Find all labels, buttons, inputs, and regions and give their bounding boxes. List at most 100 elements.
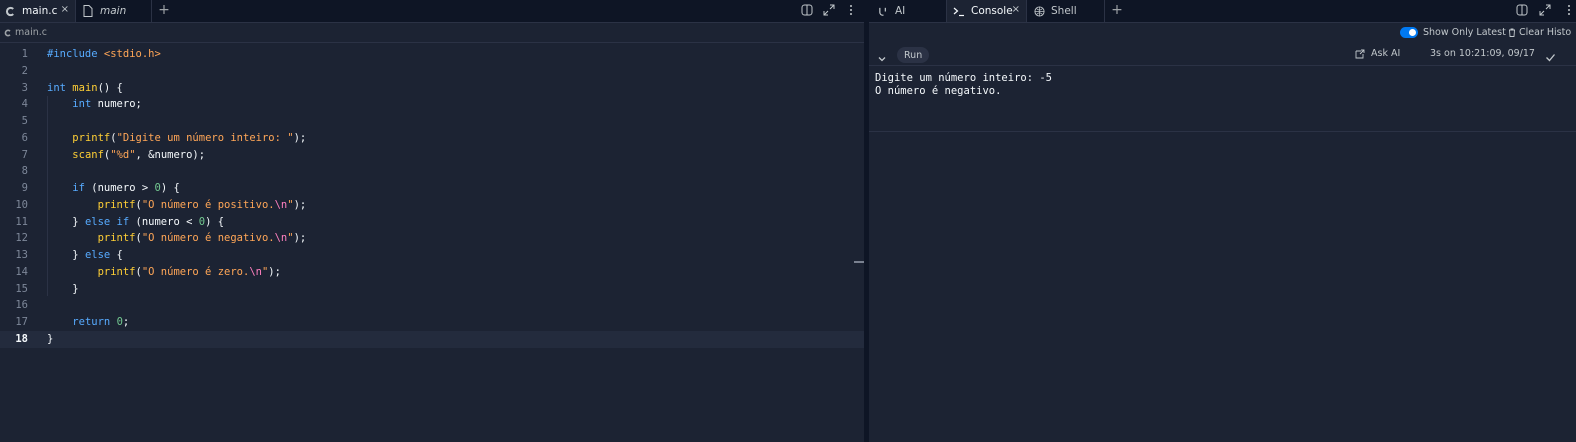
code-line[interactable]: 15 } [0,281,864,298]
line-number: 10 [15,198,28,211]
code-text: scanf("%d", &numero); [47,147,205,164]
breadcrumb: main.c [0,23,864,43]
console-icon [953,5,965,17]
maximize-icon[interactable] [822,3,836,17]
console-output: Digite um número inteiro: -5 O número é … [875,72,1053,97]
code-token: main [72,81,98,94]
more-options-icon[interactable] [1562,3,1576,17]
code-token: else [84,249,117,261]
c-language-icon [4,5,16,17]
code-token: return [72,316,117,328]
code-text: int main() { [47,80,123,97]
code-text: } [47,331,53,348]
code-line[interactable]: 17 return 0; [0,314,864,331]
code-line[interactable]: 7 scanf("%d", &numero); [0,147,864,164]
code-token: { [116,249,123,261]
code-text: printf("Digite um número inteiro: "); [47,130,306,147]
code-line[interactable]: 18} [0,330,864,348]
tab-shell[interactable]: Shell [1027,0,1105,22]
clear-history-button[interactable]: Clear Histo [1508,27,1571,38]
code-token: } [47,282,79,295]
c-language-icon [4,29,12,37]
code-line[interactable]: 3 int main() { [0,80,864,97]
code-line[interactable]: 12 printf("O número é negativo.\n"); [0,230,864,247]
line-number: 18 [15,332,28,345]
console-tabbar: AI Console × Shell + [869,0,1576,23]
code-token: if [72,182,92,194]
code-token: <stdio.h> [103,48,161,60]
code-line[interactable]: 10 printf("O número é positivo.\n"); [0,197,864,214]
code-token: "O número é positivo. [141,198,275,211]
code-token: ; [122,316,130,328]
tab-label: main [100,5,127,17]
code-token: "O número é negativo. [141,232,275,245]
code-line[interactable]: 16 [0,297,864,314]
run-info-bar: Run Ask AI 3s on 10:21:09, 09/17 [869,45,1576,66]
line-number: 13 [15,249,28,261]
code-text: } else { [47,247,123,264]
code-token: scanf [72,148,104,161]
more-options-icon[interactable] [844,3,858,17]
tab-main-c[interactable]: main.c × [0,0,76,22]
trash-icon [1508,28,1516,37]
close-icon[interactable]: × [61,4,69,15]
code-token: () { [97,81,123,94]
line-number: 17 [15,316,28,328]
code-line[interactable]: 5 [0,113,864,130]
show-only-latest-toggle[interactable] [1400,27,1418,38]
code-line[interactable]: 4 int numero; [0,96,864,113]
console-divider [869,131,1576,132]
close-icon[interactable]: × [1012,4,1020,15]
split-pane-icon[interactable] [800,3,814,17]
code-line[interactable]: 8 [0,163,864,180]
code-token: ) { [205,215,225,228]
code-line[interactable]: 2 [0,63,864,80]
code-line[interactable]: 13 } else { [0,247,864,264]
clear-history-label: Clear Histo [1519,27,1572,38]
line-number: 6 [21,131,28,144]
line-number: 8 [21,165,28,178]
code-token: } [47,215,85,228]
add-tab-button[interactable]: + [156,2,172,18]
code-text: printf("O número é positivo.\n"); [47,197,307,214]
code-text: if (numero > 0) { [47,180,180,197]
maximize-icon[interactable] [1538,3,1552,17]
tab-label: AI [895,5,906,17]
editor-pane: main.c × main + main.c 1 #include <stdio… [0,0,864,442]
code-token: printf [97,265,136,278]
run-button[interactable]: Run [897,47,930,63]
resize-handle[interactable] [854,261,864,263]
code-text: } [47,281,79,298]
code-editor[interactable]: 1 #include <stdio.h> 2 3 int main() {4 int n… [0,46,864,348]
code-text: return 0; [47,314,129,331]
code-token: else if [84,215,136,228]
editor-tabbar: main.c × main + [0,0,864,23]
add-tab-button[interactable]: + [1109,2,1125,18]
run-label: Run [904,49,923,61]
tab-main[interactable]: main [76,0,152,22]
code-line[interactable]: 1 #include <stdio.h> [0,46,864,63]
app-window: main.c × main + main.c 1 #include <stdio… [0,0,1576,442]
code-token: \n [274,232,288,245]
tab-console[interactable]: Console × [947,0,1027,22]
code-text: printf("O número é negativo.\n"); [47,230,307,247]
code-line[interactable]: 9 if (numero > 0) { [0,180,864,197]
split-pane-icon[interactable] [1515,3,1529,17]
chevron-down-icon[interactable] [877,49,887,68]
line-number: 11 [15,215,28,228]
code-text: } else if (numero < 0) { [47,214,224,231]
show-only-latest-label: Show Only Latest [1423,27,1506,38]
code-line[interactable]: 11 } else if (numero < 0) { [0,214,864,231]
breadcrumb-file[interactable]: main.c [15,27,47,38]
code-line[interactable]: 14 printf("O número é zero.\n"); [0,264,864,281]
code-line[interactable]: 6 printf("Digite um número inteiro: "); [0,130,864,147]
line-number: 12 [15,232,28,245]
code-token: ) { [160,182,180,194]
tab-ai[interactable]: AI [869,0,947,22]
ask-ai-button[interactable]: Ask AI [1355,48,1400,59]
